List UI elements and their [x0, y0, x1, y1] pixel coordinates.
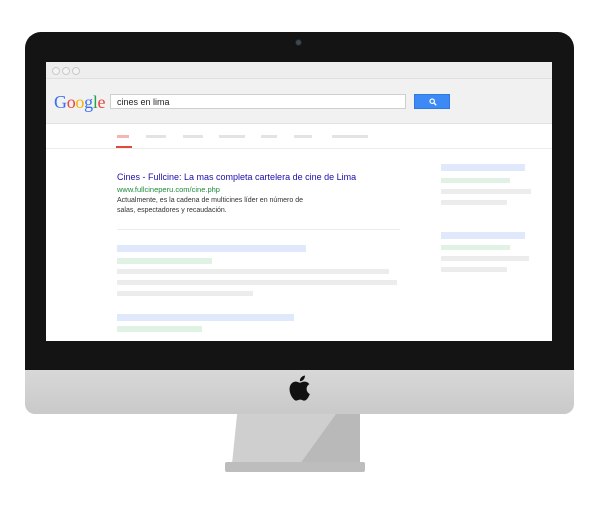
search-result: Cines - Fullcine: La mas completa cartel…: [117, 172, 407, 215]
placeholder-result-line: [117, 280, 397, 285]
placeholder-result-title: [117, 245, 306, 252]
active-tab-indicator: [116, 146, 132, 148]
sidebar-placeholder-line: [441, 189, 531, 194]
window-minimize-button[interactable]: [62, 67, 70, 75]
sidebar-placeholder-line: [441, 256, 529, 261]
search-button[interactable]: [414, 94, 450, 109]
placeholder-result-line: [117, 291, 253, 296]
search-icon: [429, 98, 437, 106]
sidebar-placeholder-url: [441, 178, 510, 183]
sidebar-placeholder-url: [441, 245, 510, 250]
tab-2[interactable]: [146, 135, 166, 138]
monitor-foot: [225, 462, 365, 472]
result-snippet: Actualmente, es la cadena de multicines …: [117, 196, 407, 215]
placeholder-result-title: [117, 314, 294, 321]
sidebar-placeholder-line: [441, 200, 507, 205]
tab-3[interactable]: [183, 135, 203, 138]
sidebar-placeholder-title: [441, 164, 525, 171]
result-snippet-line: Actualmente, es la cadena de multicines …: [117, 197, 303, 204]
result-url: www.fullcineperu.com/cine.php: [117, 185, 220, 194]
screen: Google Cines - Fullcine: La mas completa…: [46, 62, 552, 341]
placeholder-result-line: [117, 269, 389, 274]
browser-titlebar: [46, 62, 552, 79]
result-snippet-line: salas, espectadores y recaudación.: [117, 206, 227, 214]
result-divider: [117, 229, 400, 230]
search-tabs: [46, 124, 552, 149]
result-title-link[interactable]: Cines - Fullcine: La mas completa cartel…: [117, 172, 407, 183]
search-input[interactable]: [110, 94, 406, 109]
placeholder-result-url: [117, 326, 202, 332]
tab-4[interactable]: [219, 135, 245, 138]
tab-more[interactable]: [294, 135, 312, 138]
sidebar-placeholder-title: [441, 232, 525, 239]
window-close-button[interactable]: [52, 67, 60, 75]
tab-all[interactable]: [117, 135, 129, 138]
google-header: Google: [46, 79, 552, 124]
window-maximize-button[interactable]: [72, 67, 80, 75]
apple-logo-icon: [289, 375, 310, 401]
sidebar-placeholder-line: [441, 267, 507, 272]
camera-icon: [296, 40, 301, 45]
placeholder-result-url: [117, 258, 212, 264]
tab-tools[interactable]: [332, 135, 368, 138]
tab-5[interactable]: [261, 135, 277, 138]
google-logo[interactable]: Google: [54, 92, 106, 113]
